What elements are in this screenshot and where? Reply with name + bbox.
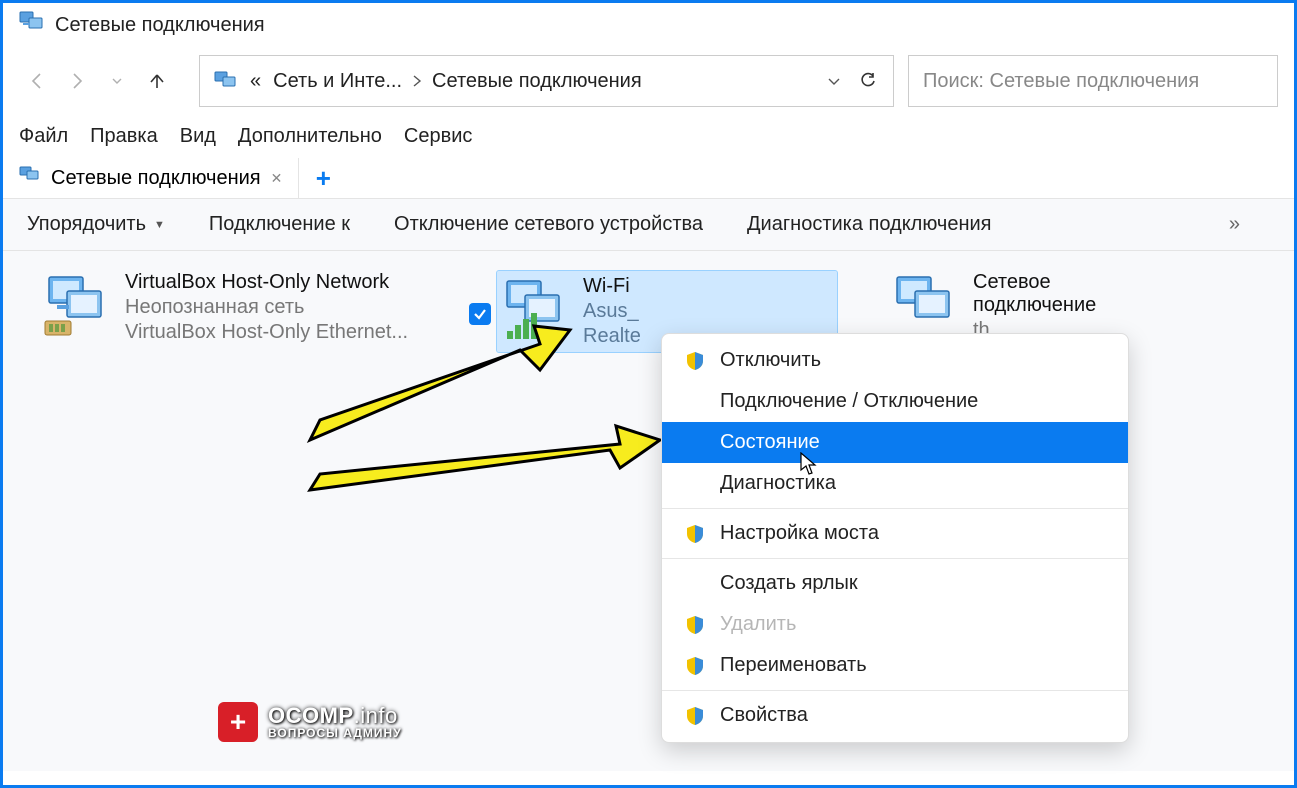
search-input[interactable]	[923, 70, 1263, 93]
menubar: Файл Правка Вид Дополнительно Сервис	[3, 115, 1294, 158]
menu-file[interactable]: Файл	[17, 123, 70, 150]
watermark-logo-icon: +	[218, 702, 258, 742]
network-adapter-icon	[43, 271, 111, 344]
watermark-brand: OCOMP.info	[268, 705, 402, 727]
forward-button[interactable]	[59, 63, 95, 99]
connection-device: Realte	[583, 325, 641, 348]
ctx-label: Создать ярлык	[720, 572, 858, 595]
ctx-label: Настройка моста	[720, 522, 879, 545]
ctx-properties[interactable]: Свойства	[662, 695, 1128, 736]
menu-view[interactable]: Вид	[178, 123, 218, 150]
menu-service[interactable]: Сервис	[402, 123, 475, 150]
ctx-diagnostics[interactable]: Диагностика	[662, 463, 1128, 504]
connect-to-button[interactable]: Подключение к	[209, 213, 350, 236]
up-button[interactable]	[139, 63, 175, 99]
tab-icon	[19, 166, 41, 190]
new-tab-button[interactable]: +	[305, 160, 341, 196]
separator	[662, 558, 1128, 559]
connection-name: Сетевое подключение	[973, 271, 1111, 317]
mouse-cursor-icon	[800, 452, 818, 476]
shield-icon	[684, 656, 706, 676]
organize-label: Упорядочить	[27, 213, 146, 236]
ctx-label: Переименовать	[720, 654, 867, 677]
menu-edit[interactable]: Правка	[88, 123, 160, 150]
tab-row: Сетевые подключения ✕ +	[3, 158, 1294, 199]
menu-extra[interactable]: Дополнительно	[236, 123, 384, 150]
address-icon	[208, 56, 244, 106]
watermark-tagline: ВОПРОСЫ АДМИНУ	[268, 727, 402, 739]
ctx-bridge[interactable]: Настройка моста	[662, 513, 1128, 554]
ctx-label: Диагностика	[720, 472, 836, 495]
address-dropdown-button[interactable]	[817, 64, 851, 98]
breadcrumb-segment-1[interactable]: Сеть и Инте...	[267, 56, 408, 106]
context-menu: Отключить Подключение / Отключение Состо…	[661, 333, 1129, 743]
wifi-adapter-icon	[501, 275, 569, 348]
ctx-label: Удалить	[720, 613, 796, 636]
shield-icon	[684, 706, 706, 726]
tab-label: Сетевые подключения	[51, 167, 261, 190]
connection-device: VirtualBox Host-Only Ethernet...	[125, 321, 408, 344]
connection-name: Wi-Fi	[583, 275, 641, 298]
ctx-connect-disconnect[interactable]: Подключение / Отключение	[662, 381, 1128, 422]
breadcrumb-segment-2[interactable]: Сетевые подключения	[426, 56, 648, 106]
connection-status: Неопознанная сеть	[125, 296, 408, 319]
titlebar: Сетевые подключения	[3, 3, 1294, 47]
diagnose-button[interactable]: Диагностика подключения	[747, 213, 991, 236]
connection-name: VirtualBox Host-Only Network	[125, 271, 408, 294]
network-connections-icon	[19, 11, 45, 39]
ctx-delete: Удалить	[662, 604, 1128, 645]
tab-close-button[interactable]: ✕	[271, 170, 283, 187]
shield-icon	[684, 524, 706, 544]
search-box[interactable]	[908, 55, 1278, 107]
ctx-label: Свойства	[720, 704, 808, 727]
ctx-label: Отключить	[720, 349, 821, 372]
back-button[interactable]	[19, 63, 55, 99]
ctx-create-shortcut[interactable]: Создать ярлык	[662, 563, 1128, 604]
window-title: Сетевые подключения	[55, 14, 265, 37]
recent-dropdown-button[interactable]	[99, 63, 135, 99]
ctx-disable[interactable]: Отключить	[662, 340, 1128, 381]
ctx-label: Состояние	[720, 431, 820, 454]
shield-icon	[684, 351, 706, 371]
chevron-down-icon: ▼	[154, 219, 165, 231]
watermark: + OCOMP.info ВОПРОСЫ АДМИНУ	[218, 702, 402, 742]
ctx-label: Подключение / Отключение	[720, 390, 978, 413]
refresh-button[interactable]	[851, 64, 885, 98]
ctx-rename[interactable]: Переименовать	[662, 645, 1128, 686]
connection-status: Asus_	[583, 300, 641, 323]
overflow-button[interactable]: »	[1229, 213, 1270, 236]
command-bar: Упорядочить ▼ Подключение к Отключение с…	[3, 199, 1294, 251]
breadcrumb-chevron-icon[interactable]	[408, 56, 426, 106]
tab-network-connections[interactable]: Сетевые подключения ✕	[3, 158, 299, 198]
nav-row: « Сеть и Инте... Сетевые подключения	[3, 47, 1294, 115]
shield-icon	[684, 615, 706, 635]
separator	[662, 690, 1128, 691]
connection-item-virtualbox[interactable]: VirtualBox Host-Only Network Неопознанна…	[43, 271, 443, 344]
separator	[662, 508, 1128, 509]
address-bar[interactable]: « Сеть и Инте... Сетевые подключения	[199, 55, 894, 107]
disable-device-button[interactable]: Отключение сетевого устройства	[394, 213, 703, 236]
organize-button[interactable]: Упорядочить ▼	[27, 213, 165, 236]
selection-checkbox[interactable]	[469, 303, 491, 325]
ctx-status[interactable]: Состояние	[662, 422, 1128, 463]
breadcrumb-root-chevron[interactable]: «	[244, 56, 267, 106]
